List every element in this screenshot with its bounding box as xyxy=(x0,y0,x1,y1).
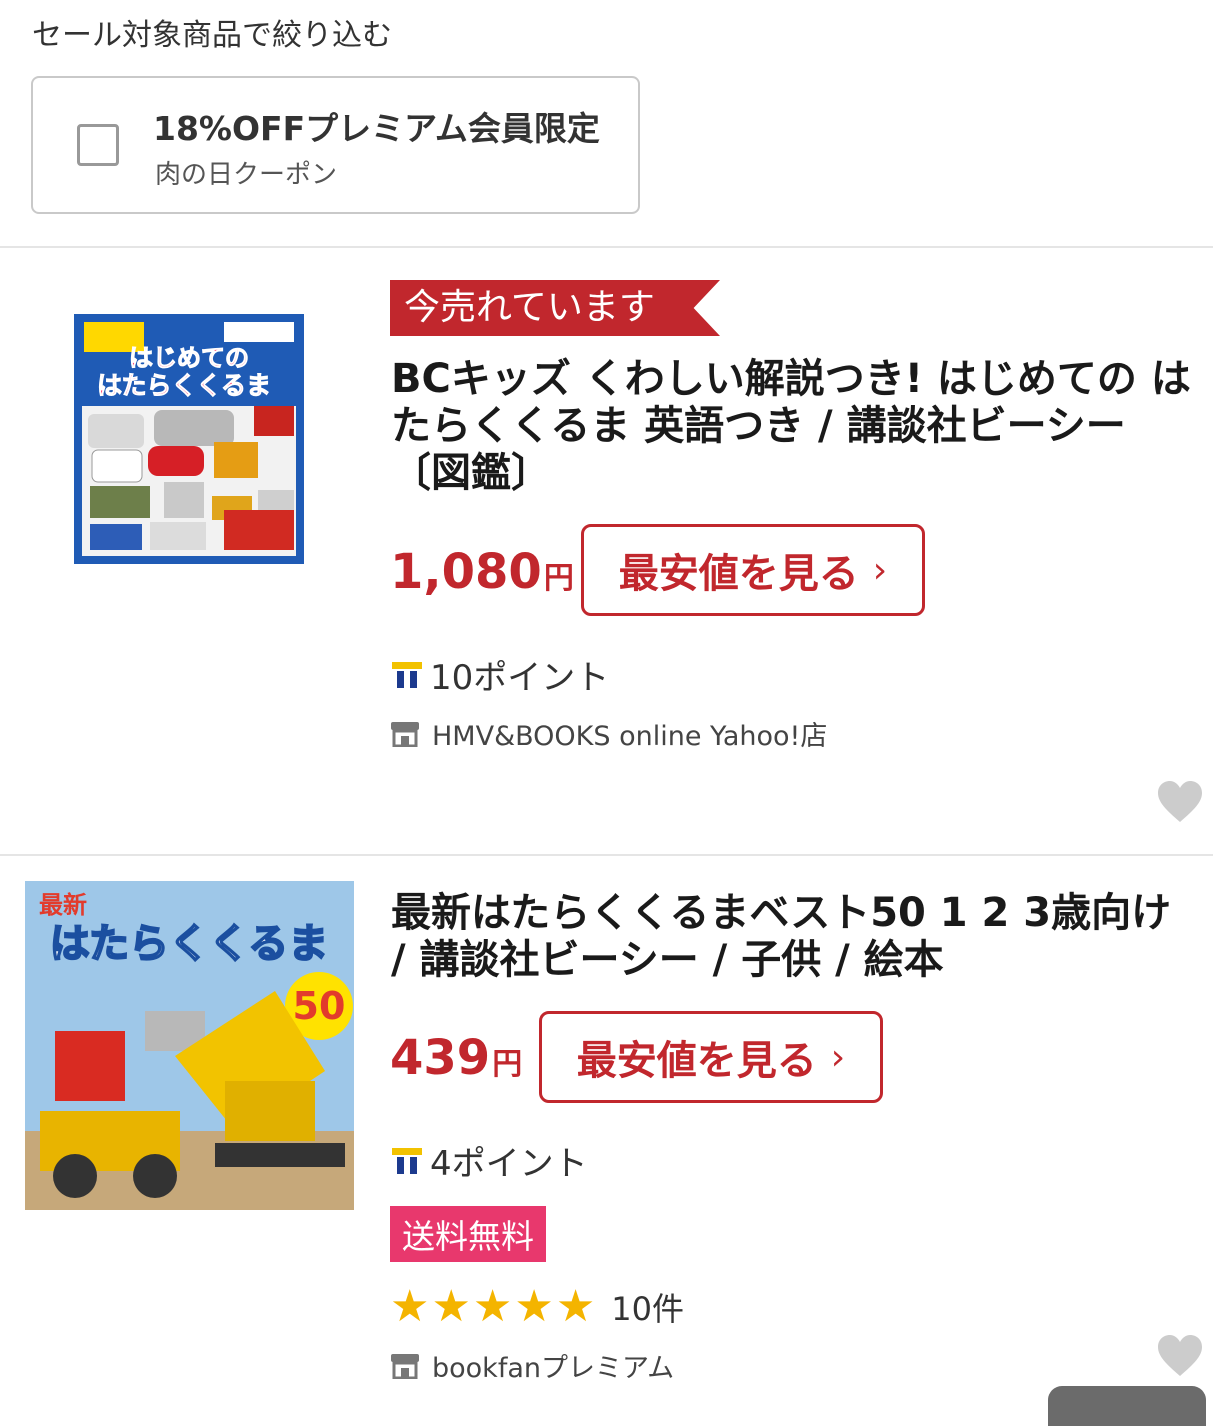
points-label: 4ポイント xyxy=(430,1144,588,1184)
review-count: 10件 xyxy=(611,1290,684,1328)
price-currency: 円 xyxy=(492,1047,523,1082)
t-point-icon xyxy=(392,1147,422,1174)
points-label: 10ポイント xyxy=(430,658,610,698)
store-link[interactable]: HMV&BOOKS online Yahoo!店 xyxy=(390,714,827,753)
price: 1,080円 xyxy=(390,544,574,600)
cover-number: 50 xyxy=(293,984,346,1028)
chevron-right-icon: › xyxy=(830,1036,846,1078)
store-icon xyxy=(391,1353,419,1379)
cover-title-line1: はじめての xyxy=(129,344,249,372)
price-value: 439 xyxy=(390,1030,491,1086)
heart-icon[interactable] xyxy=(1156,1334,1204,1378)
lowest-price-label: 最安値を見る xyxy=(576,1038,817,1084)
heart-icon[interactable] xyxy=(1156,780,1204,824)
store-link[interactable]: bookfanプレミアム xyxy=(390,1346,674,1385)
points: 10ポイント xyxy=(392,650,609,699)
price: 439円 xyxy=(390,1030,522,1086)
product-title[interactable]: 最新はたらくくるまベスト50 1 2 3歳向け / 講談社ビーシー / 子供 /… xyxy=(391,890,1191,984)
scroll-to-top-button[interactable] xyxy=(1048,1386,1206,1426)
product-item[interactable]: 最新 はたらくくるま 50 最新はたらくくるまベスト50 1 2 3歳向け / … xyxy=(0,856,1213,1405)
coupon-subtitle: 肉の日クーポン xyxy=(155,160,338,190)
lowest-price-button[interactable]: 最安値を見る › xyxy=(539,1011,883,1103)
store-icon xyxy=(391,721,419,747)
lowest-price-button[interactable]: 最安値を見る › xyxy=(581,524,925,616)
free-shipping-badge: 送料無料 xyxy=(390,1206,546,1262)
chevron-right-icon: › xyxy=(872,549,888,591)
store-name: bookfanプレミアム xyxy=(432,1353,675,1384)
points: 4ポイント xyxy=(392,1136,588,1185)
coupon-checkbox[interactable] xyxy=(77,124,119,166)
cover-label-new: 最新 xyxy=(39,891,87,919)
star-icon: ★ xyxy=(472,1281,513,1332)
product-image[interactable]: 最新 はたらくくるま 50 xyxy=(25,881,354,1210)
star-icon: ★ xyxy=(555,1281,596,1332)
product-item[interactable]: はじめての はたらくくるま 今売れています BCキッズ くわしい解説つき! はじ… xyxy=(0,248,1213,854)
star-icon: ★ xyxy=(514,1281,554,1332)
price-currency: 円 xyxy=(543,561,574,596)
cover-title: はたらくくるま xyxy=(50,921,328,967)
product-title[interactable]: BCキッズ くわしい解説つき! はじめての はたらくくるま 英語つき / 講談社… xyxy=(391,356,1211,497)
trending-badge: 今売れています xyxy=(390,280,720,336)
lowest-price-label: 最安値を見る xyxy=(618,551,859,597)
star-icon: ★ xyxy=(431,1281,471,1332)
filter-title: セール対象商品で絞り込む xyxy=(32,18,392,53)
cover-title-line2: はたらくくるま xyxy=(97,371,271,400)
t-point-icon xyxy=(392,661,422,688)
price-value: 1,080 xyxy=(390,544,542,600)
rating[interactable]: ★ ★ ★ ★ ★ 10件 xyxy=(390,1284,684,1330)
star-icon: ★ xyxy=(390,1281,430,1332)
store-name: HMV&BOOKS online Yahoo!店 xyxy=(432,721,828,752)
coupon-title: 18%OFFプレミアム会員限定 xyxy=(153,109,600,148)
coupon-filter[interactable]: 18%OFFプレミアム会員限定 肉の日クーポン xyxy=(31,76,640,214)
product-image[interactable]: はじめての はたらくくるま xyxy=(74,314,304,564)
